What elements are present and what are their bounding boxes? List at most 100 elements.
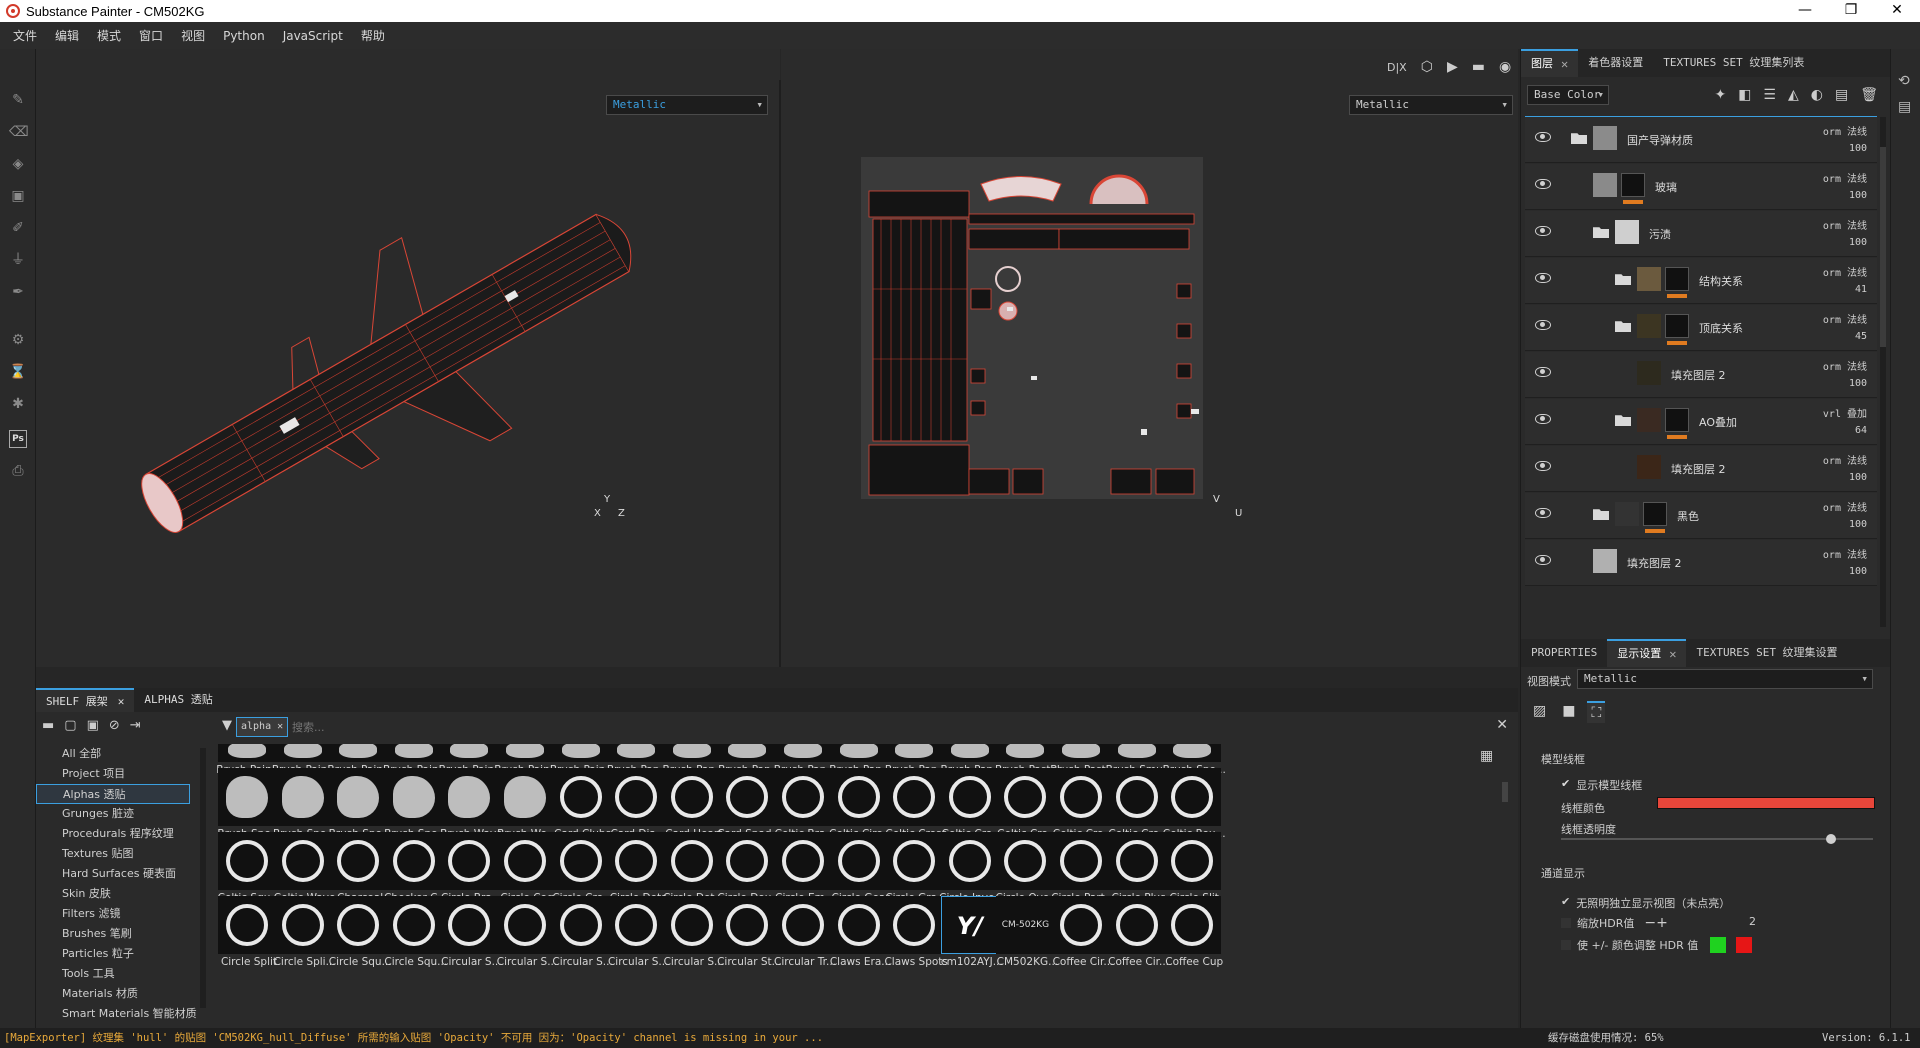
- alpha-item[interactable]: Circle Spli...: [272, 896, 336, 972]
- layer-blend-mode[interactable]: orm 法线: [1823, 123, 1867, 138]
- alpha-item[interactable]: Claws Spots: [883, 896, 948, 972]
- layer-opacity[interactable]: 41: [1855, 284, 1867, 295]
- alpha-item[interactable]: Circle Split: [216, 896, 278, 972]
- layer-row[interactable]: 填充图层 2 orm 法线 100: [1525, 540, 1877, 586]
- import-icon[interactable]: ⇥: [130, 718, 141, 733]
- layer-row[interactable]: AO叠加 vrl 叠加 64: [1525, 399, 1877, 445]
- mask-thumbnail[interactable]: [1643, 502, 1667, 526]
- layer-blend-mode[interactable]: orm 法线: [1823, 170, 1867, 185]
- alpha-item[interactable]: Y/cm102AYJ...: [939, 896, 1003, 972]
- layer-opacity[interactable]: 100: [1849, 237, 1867, 248]
- close-button[interactable]: ✕: [1874, 0, 1920, 22]
- close-icon[interactable]: ✕: [277, 721, 283, 732]
- wire-opacity-knob[interactable]: [1826, 834, 1837, 844]
- layer-row[interactable]: 玻璃 orm 法线 100: [1525, 164, 1877, 210]
- add-mask-icon[interactable]: ◧: [1738, 87, 1751, 103]
- shelf-category[interactable]: Tools 工具: [36, 964, 198, 984]
- minimize-button[interactable]: —: [1782, 0, 1828, 22]
- layer-opacity[interactable]: 64: [1855, 425, 1867, 436]
- layer-row[interactable]: 国产导弹材质 orm 法线 100: [1525, 117, 1877, 163]
- save-icon[interactable]: ▣: [87, 718, 99, 733]
- environment-icon[interactable]: ▨: [1529, 701, 1550, 723]
- geometry-mask-icon[interactable]: ▣: [9, 187, 27, 205]
- hdr-value[interactable]: 2: [1749, 915, 1756, 928]
- layer-opacity[interactable]: 100: [1849, 190, 1867, 201]
- mask-thumbnail[interactable]: [1665, 267, 1689, 291]
- color-swatch-green[interactable]: [1710, 937, 1727, 953]
- close-icon[interactable]: ✕: [118, 690, 125, 712]
- layer-blend-mode[interactable]: vrl 叠加: [1823, 405, 1867, 420]
- new-shelf-icon[interactable]: ▢: [64, 718, 76, 733]
- layer-opacity[interactable]: 100: [1849, 519, 1867, 530]
- alpha-item[interactable]: Circular Tr...: [772, 896, 836, 972]
- add-layer-icon[interactable]: ☰: [1763, 87, 1776, 103]
- menu-mode[interactable]: 模式: [88, 27, 130, 44]
- menu-help[interactable]: 帮助: [352, 27, 394, 44]
- alpha-item[interactable]: CM-502KG CM502KG...: [994, 896, 1058, 972]
- layer-blend-mode[interactable]: orm 法线: [1823, 311, 1867, 326]
- visibility-icon[interactable]: [1535, 132, 1551, 142]
- wire-opacity-slider[interactable]: [1561, 834, 1873, 844]
- shelf-category[interactable]: Alphas 透贴: [36, 784, 190, 804]
- shelf-category[interactable]: Brushes 笔刷: [36, 924, 198, 944]
- alpha-item[interactable]: Claws Era...: [828, 896, 891, 972]
- visibility-icon[interactable]: [1535, 367, 1551, 377]
- layer-opacity[interactable]: 100: [1849, 143, 1867, 154]
- shelf-category[interactable]: Project 项目: [36, 764, 198, 784]
- checkbox-show-wireframe[interactable]: ✔: [1561, 777, 1570, 793]
- maximize-button[interactable]: ❐: [1828, 0, 1874, 22]
- projection-icon[interactable]: ◈: [9, 155, 27, 173]
- shelf-category[interactable]: Textures 贴图: [36, 844, 198, 864]
- shelf-category[interactable]: Grunges 脏迹: [36, 804, 198, 824]
- alpha-item[interactable]: Coffee Cir...: [1050, 896, 1113, 972]
- filter-tag[interactable]: alpha ✕: [236, 717, 288, 737]
- tab-properties[interactable]: PROPERTIES: [1521, 639, 1607, 667]
- alpha-item[interactable]: Circular S...: [438, 896, 502, 972]
- hdr-stepper[interactable]: −+: [1644, 915, 1667, 931]
- tab-texture-set-list[interactable]: TEXTURES SET 纹理集列表: [1653, 49, 1814, 77]
- add-fill-layer-icon[interactable]: ◭: [1788, 87, 1799, 103]
- checkbox-unlit[interactable]: ✔: [1561, 895, 1570, 911]
- shelf-category[interactable]: Hard Surfaces 硬表面: [36, 864, 198, 884]
- shelf-search-input[interactable]: [292, 717, 1292, 737]
- shelf-category[interactable]: Skin 皮肤: [36, 884, 198, 904]
- tab-alphas[interactable]: ALPHAS 透贴: [134, 688, 222, 712]
- mask-thumbnail[interactable]: [1665, 314, 1689, 338]
- visibility-icon[interactable]: [1535, 320, 1551, 330]
- menu-file[interactable]: 文件: [4, 27, 46, 44]
- shelf-category[interactable]: All 全部: [36, 744, 198, 764]
- export-icon[interactable]: ⎙: [9, 462, 27, 480]
- visibility-icon[interactable]: [1535, 555, 1551, 565]
- viewport-2d[interactable]: D|X ⬡ ▶ ▬ ◉ Metallic ▾ V U: [781, 49, 1518, 667]
- log-icon[interactable]: ▤: [1898, 99, 1911, 115]
- alpha-item[interactable]: Circular S...: [661, 896, 724, 972]
- layer-row[interactable]: 顶底关系 orm 法线 45: [1525, 305, 1877, 351]
- close-icon[interactable]: ✕: [1561, 50, 1568, 78]
- plugin-icon[interactable]: ✱: [9, 395, 27, 413]
- visibility-icon[interactable]: [1535, 273, 1551, 283]
- checkbox-scale-hdr[interactable]: [1561, 918, 1571, 928]
- checkbox-hdr-adjust[interactable]: [1561, 940, 1571, 950]
- menu-edit[interactable]: 编辑: [46, 27, 88, 44]
- color-picker-icon[interactable]: ✒: [9, 283, 27, 301]
- layer-scroll-thumb[interactable]: [1880, 147, 1886, 347]
- settings-icon[interactable]: ⚙: [9, 331, 27, 349]
- smudge-icon[interactable]: ✐: [9, 219, 27, 237]
- add-effect-icon[interactable]: ✦: [1714, 87, 1726, 103]
- tab-display-settings[interactable]: 显示设置 ✕: [1607, 639, 1687, 668]
- layer-row[interactable]: 黑色 orm 法线 100: [1525, 493, 1877, 539]
- close-icon[interactable]: ✕: [1669, 640, 1676, 668]
- tab-shader-settings[interactable]: 着色器设置: [1578, 49, 1653, 77]
- layer-blend-mode[interactable]: orm 法线: [1823, 546, 1867, 561]
- add-folder-icon[interactable]: ▤: [1835, 87, 1848, 103]
- mask-thumbnail[interactable]: [1665, 408, 1689, 432]
- visibility-icon[interactable]: [1535, 414, 1551, 424]
- visibility-icon[interactable]: [1535, 508, 1551, 518]
- color-swatch-red[interactable]: [1736, 937, 1753, 953]
- clone-stamp-icon[interactable]: ⏚: [9, 251, 27, 269]
- layer-opacity[interactable]: 100: [1849, 566, 1867, 577]
- layer-row[interactable]: 结构关系 orm 法线 41: [1525, 258, 1877, 304]
- category-scrollbar[interactable]: [200, 748, 206, 1008]
- shelf-scrollbar[interactable]: [1502, 782, 1508, 802]
- history-icon[interactable]: ⟲: [1898, 73, 1910, 89]
